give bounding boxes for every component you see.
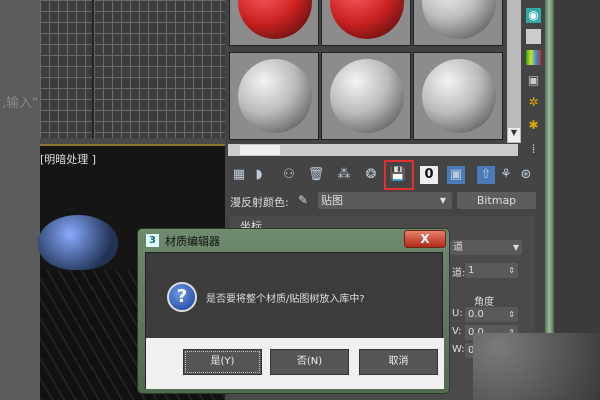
dialog-button-bar: 是(Y) 否(N) 取消 (146, 338, 444, 389)
put-to-library-icon[interactable]: ❂ (362, 166, 380, 184)
question-icon: ? (167, 282, 197, 312)
material-id-channel-button[interactable]: 0 (420, 166, 438, 184)
background-panel: ,输入" (0, 0, 40, 400)
slots-vertical-scrollbar[interactable]: ▼ (507, 0, 521, 143)
go-to-parent-icon[interactable]: ⇧ (477, 166, 495, 184)
diffuse-label: 漫反射颜色: (230, 196, 289, 209)
backlight-icon[interactable] (526, 29, 541, 44)
sample-slot-1[interactable] (229, 0, 319, 46)
make-preview-icon[interactable]: ✲ (526, 95, 541, 110)
u-angle-input[interactable]: 0.0 ⇕ (465, 307, 518, 322)
slots-horizontal-scrollbar[interactable] (228, 144, 518, 156)
app-icon: 3 (146, 234, 159, 247)
assign-to-selection-icon[interactable]: ⚇ (280, 166, 298, 184)
sample-slot-6[interactable] (413, 52, 503, 140)
teapot-object[interactable] (38, 215, 118, 270)
w-label: W: (452, 344, 465, 355)
put-to-scene-icon[interactable]: ◗ (250, 166, 268, 184)
show-shaded-map-icon[interactable]: ▣ (447, 166, 465, 184)
background-icon[interactable] (526, 50, 541, 65)
sample-slot-5[interactable] (321, 52, 411, 140)
angle-label: 角度 (474, 297, 494, 308)
hint-text: ,输入" (2, 96, 39, 111)
chevron-down-icon: ▼ (512, 243, 519, 252)
map-channel-input[interactable]: 1 ⇕ (465, 263, 518, 278)
v-label: V: (452, 326, 462, 337)
map-type-button[interactable]: Bitmap (457, 192, 536, 209)
sample-slot-3[interactable] (413, 0, 503, 46)
map-name: 贴图 (321, 194, 343, 207)
top-viewport-grid[interactable] (40, 0, 230, 138)
map-channel-value: 1 (468, 265, 475, 276)
show-end-result-icon[interactable]: ⊛ (517, 166, 535, 184)
eyedropper-icon[interactable]: ✎ (298, 193, 308, 207)
mapping-dropdown[interactable]: 道 ▼ (450, 240, 522, 255)
video-color-check-icon[interactable]: ▣ (526, 73, 541, 88)
viewport-separator (40, 138, 230, 146)
dialog-body: ? 是否要将整个材质/贴图树放入库中? 是(Y) 否(N) 取消 (145, 252, 444, 389)
no-button[interactable]: 否(N) (270, 349, 349, 375)
sample-slot-4[interactable] (229, 52, 319, 140)
dialog-message: 是否要将整个材质/贴图树放入库中? (206, 294, 365, 305)
grid-axis (92, 0, 94, 138)
make-unique-icon[interactable]: ⁂ (335, 166, 353, 184)
go-forward-sibling-icon[interactable]: ⚘ (497, 166, 515, 184)
reset-map-icon[interactable]: 🗑 (307, 166, 325, 184)
watermark-overlay (473, 333, 600, 400)
highlight-box (384, 160, 414, 190)
cancel-button[interactable]: 取消 (359, 349, 438, 375)
select-by-material-icon[interactable]: ⁞ (526, 142, 541, 157)
viewport-label[interactable]: [明暗处理 ] (40, 151, 96, 167)
map-channel-label: 道: (452, 268, 466, 279)
yes-button[interactable]: 是(Y) (183, 349, 262, 375)
u-label: U: (452, 308, 463, 319)
sample-slot-2[interactable] (321, 0, 411, 46)
mapping-value: 道 (453, 242, 463, 253)
u-value: 0.0 (468, 309, 484, 320)
sample-type-icon[interactable]: ◉ (526, 8, 541, 23)
get-material-icon[interactable]: ▦ (230, 166, 248, 184)
dialog-title: 材质编辑器 (165, 235, 220, 248)
options-icon[interactable]: ✱ (526, 118, 541, 133)
confirm-dialog: 3 材质编辑器 X ? 是否要将整个材质/贴图树放入库中? 是(Y) 否(N) … (137, 228, 450, 394)
map-name-dropdown[interactable]: 贴图 ▼ (318, 192, 452, 209)
scroll-down-icon[interactable]: ▼ (508, 128, 520, 142)
chevron-down-icon: ▼ (439, 196, 446, 205)
close-button[interactable]: X (404, 230, 446, 248)
